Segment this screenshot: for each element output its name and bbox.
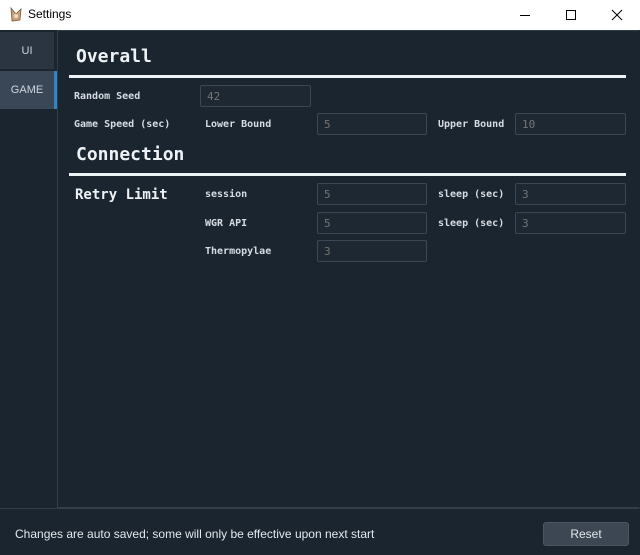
thermopylae-label: Thermopylae (205, 246, 272, 257)
maximize-icon (566, 10, 576, 20)
session-retry-input[interactable] (317, 183, 427, 205)
wgr-api-retry-input[interactable] (317, 212, 427, 234)
settings-panel (57, 30, 639, 508)
maximize-button[interactable] (548, 0, 594, 30)
game-speed-label: Game Speed (sec) (74, 119, 171, 130)
sidebar: UI GAME (0, 30, 57, 508)
minimize-button[interactable] (502, 0, 548, 30)
session-label: session (205, 189, 248, 200)
session-sleep-input[interactable] (515, 183, 626, 205)
app-icon (10, 6, 22, 22)
session-sleep-label: sleep (sec) (438, 189, 505, 200)
lower-bound-label: Lower Bound (205, 119, 272, 130)
wgr-api-sleep-label: sleep (sec) (438, 218, 505, 229)
upper-bound-label: Upper Bound (438, 119, 505, 130)
section-divider (69, 75, 626, 78)
status-message: Changes are auto saved; some will only b… (15, 527, 375, 541)
section-title-overall: Overall (76, 46, 152, 67)
random-seed-input[interactable] (200, 85, 311, 107)
minimize-icon (520, 15, 530, 16)
tab-game[interactable]: GAME (0, 71, 57, 109)
random-seed-label: Random Seed (74, 91, 141, 102)
status-bar: Changes are auto saved; some will only b… (0, 508, 640, 555)
section-divider (69, 173, 626, 176)
title-bar: Settings (0, 0, 640, 30)
upper-bound-input[interactable] (515, 113, 626, 135)
lower-bound-input[interactable] (317, 113, 427, 135)
close-icon (611, 9, 623, 21)
wgr-api-sleep-input[interactable] (515, 212, 626, 234)
retry-limit-label: Retry Limit (75, 187, 168, 203)
close-button[interactable] (594, 0, 640, 30)
section-title-connection: Connection (76, 144, 185, 165)
tab-ui[interactable]: UI (0, 32, 54, 70)
reset-button[interactable]: Reset (543, 522, 629, 546)
wgr-api-label: WGR API (205, 218, 248, 229)
window-title: Settings (28, 7, 72, 21)
thermopylae-retry-input[interactable] (317, 240, 427, 262)
